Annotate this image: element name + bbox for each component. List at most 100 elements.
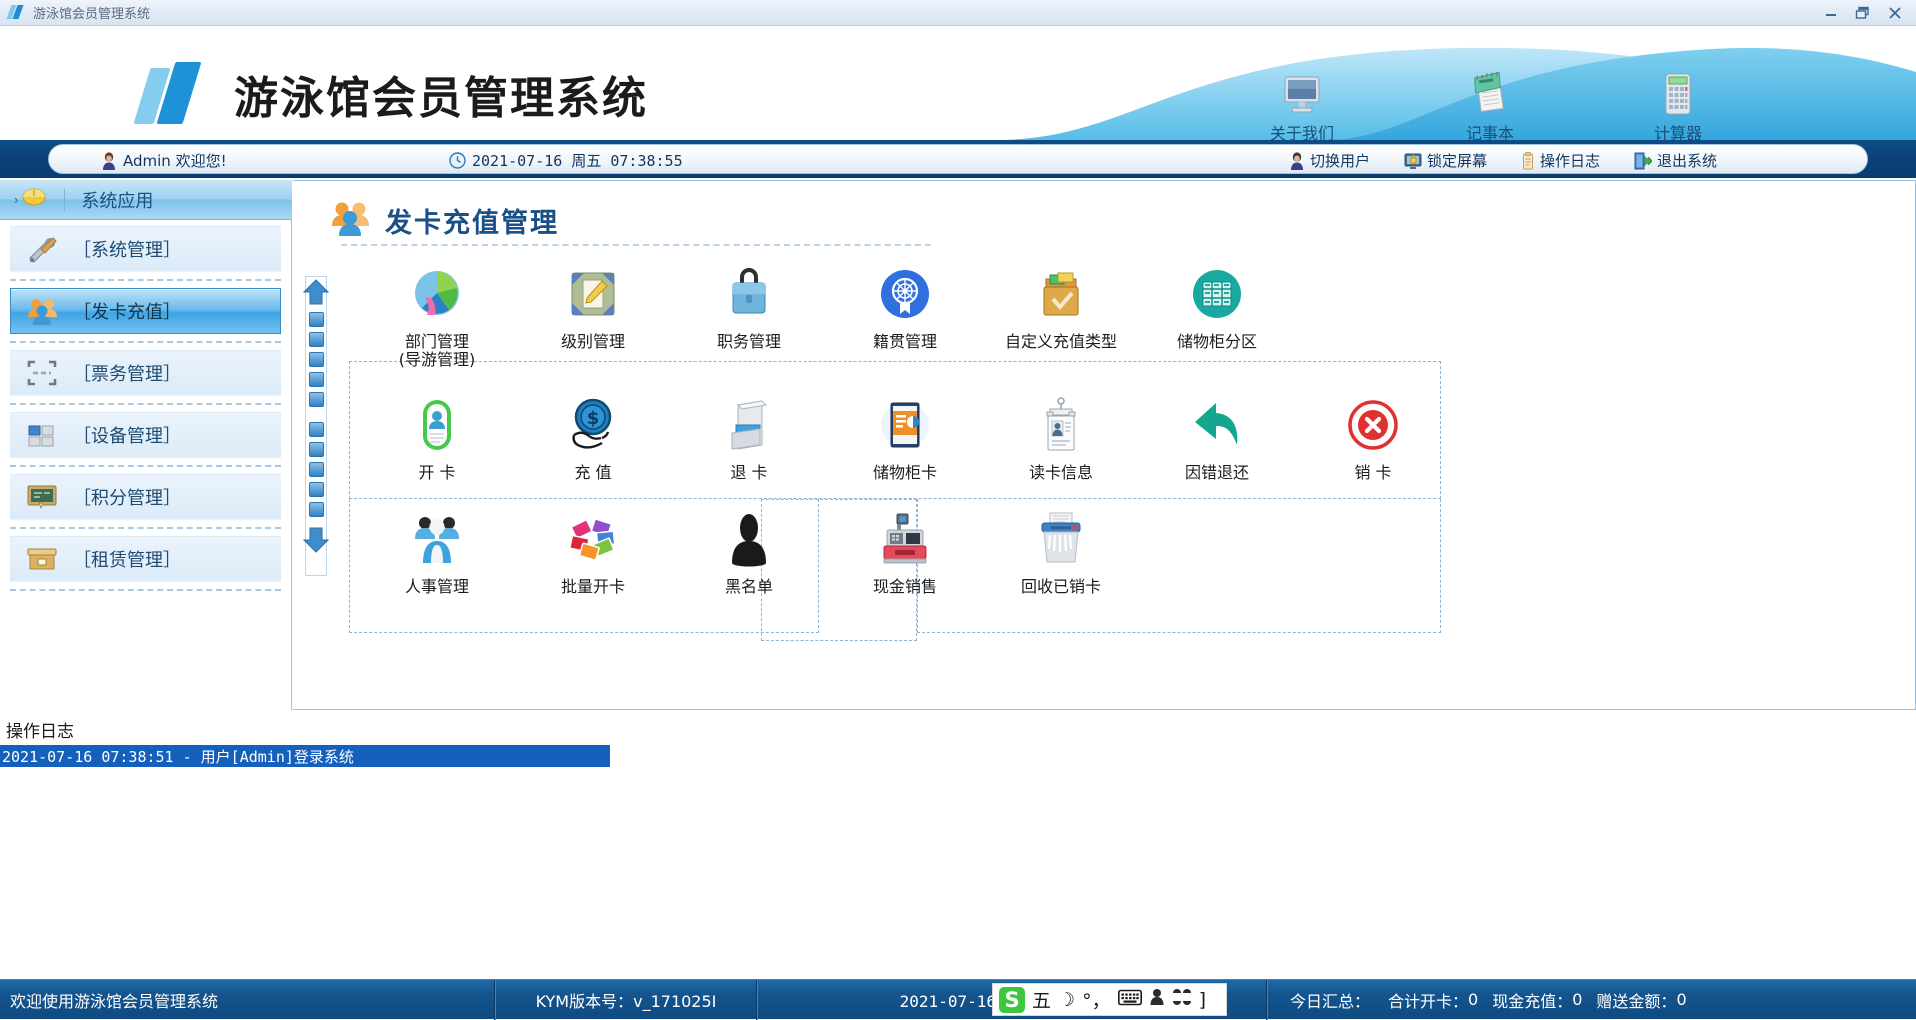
sidebar-item-ticket-management[interactable]: ［票务管理］ (10, 350, 281, 396)
ime-mode-label[interactable]: 五 (1032, 986, 1051, 1013)
sidebar-item-device-management[interactable]: ［设备管理］ (10, 412, 281, 458)
user-icon[interactable] (1149, 988, 1165, 1011)
module-batch-open-card[interactable]: 批量开卡 (515, 498, 671, 596)
action-exit-system[interactable]: 退出系统 (1634, 150, 1717, 171)
card-return-icon (671, 394, 827, 456)
content-panel: 发卡充值管理 (293, 180, 1916, 710)
module-recharge[interactable]: $ 充 值 (515, 384, 671, 482)
module-recycle-cancelled-card[interactable]: 回收已销卡 (983, 498, 1139, 596)
sidebar-separator (10, 465, 281, 467)
module-label: 退 卡 (671, 464, 827, 482)
module-label: 充 值 (515, 464, 671, 482)
status-summary: 今日汇总： 合计开卡： 0 现金充值： 0 赠送金额： 0 (1268, 980, 1687, 1020)
module-cancel-card[interactable]: 销 卡 (1295, 384, 1451, 482)
sidebar-item-points-management[interactable]: ［积分管理］ (10, 474, 281, 520)
module-label: 职务管理 (671, 333, 827, 351)
module-label: 黑名单 (671, 578, 827, 596)
operation-log-entry[interactable]: 2021-07-16 07:38:51 - 用户[Admin]登录系统 (0, 745, 610, 767)
restore-icon[interactable] (1848, 3, 1878, 23)
info-pill: Admin 欢迎您! 2021-07-16 周五 07:38:55 切换用户 (48, 144, 1868, 174)
chevron-right-icon: › (14, 192, 18, 207)
keyboard-icon[interactable] (1118, 989, 1142, 1011)
status-welcome: 欢迎使用游泳馆会员管理系统 (0, 980, 494, 1020)
action-label: 锁定屏幕 (1427, 150, 1487, 171)
module-label: 籍贯管理 (827, 333, 983, 351)
sidebar-item-card-recharge[interactable]: ［发卡充值］ (10, 288, 281, 334)
content-splitter[interactable] (299, 276, 333, 576)
module-hr-management[interactable]: 人事管理 (359, 498, 515, 596)
apps-icon[interactable] (1172, 988, 1192, 1011)
minimize-icon[interactable] (1816, 3, 1846, 23)
svg-text:$: $ (587, 408, 600, 429)
module-origin-management[interactable]: 籍贯管理 (827, 253, 983, 370)
sidebar-item-rental-management[interactable]: ［租赁管理］ (10, 536, 281, 582)
action-switch-user[interactable]: 切换用户 (1289, 150, 1370, 171)
status-summary-item-label: 现金充值： (1492, 988, 1572, 1012)
module-label: 读卡信息 (983, 464, 1139, 482)
status-summary-item-label: 赠送金额： (1596, 988, 1676, 1012)
module-cash-sale[interactable]: 现金销售 (827, 498, 983, 596)
undo-arrow-icon (1139, 394, 1295, 456)
module-return-card[interactable]: 退 卡 (671, 384, 827, 482)
splitter-segment (309, 502, 324, 517)
module-open-card[interactable]: 开 卡 (359, 384, 515, 482)
module-custom-recharge-type[interactable]: 自定义充值类型 (983, 253, 1139, 370)
action-label: 操作日志 (1540, 150, 1600, 171)
module-row-3: 人事管理 批量开卡 (337, 498, 1905, 596)
module-label: 储物柜卡 (827, 464, 983, 482)
module-blacklist[interactable]: 黑名单 (671, 498, 827, 596)
sidebar-item-label: ［系统管理］ (73, 236, 181, 262)
module-row-1: 部门管理 (导游管理) 级别管理 (337, 253, 1905, 370)
ime-punctuation-toggle[interactable]: °， (1082, 986, 1111, 1013)
sidebar-item-label: ［租赁管理］ (73, 546, 181, 572)
module-level-management[interactable]: 级别管理 (515, 253, 671, 370)
sidebar-separator (10, 279, 281, 281)
module-label: 人事管理 (359, 578, 515, 596)
exit-icon (1634, 152, 1652, 170)
lockers-icon (1139, 263, 1295, 325)
ime-moon-icon[interactable]: ☽ (1058, 989, 1075, 1011)
close-icon[interactable] (1880, 3, 1910, 23)
module-label: 批量开卡 (515, 578, 671, 596)
user-switch-icon (1289, 152, 1305, 170)
banner-tool-label: 计算器 (1630, 120, 1726, 140)
module-department-management[interactable]: 部门管理 (导游管理) (359, 253, 515, 370)
sidebar-item-system-management[interactable]: ［系统管理］ (10, 226, 281, 272)
module-grid: 部门管理 (导游管理) 级别管理 (337, 253, 1905, 705)
monitor-icon (1254, 70, 1350, 116)
module-position-management[interactable]: 职务管理 (671, 253, 827, 370)
module-label: 级别管理 (515, 333, 671, 351)
module-label: 储物柜分区 (1139, 333, 1295, 351)
splitter-segment (309, 352, 324, 367)
page-title-underline (341, 244, 931, 246)
sogou-logo-icon[interactable]: S (999, 987, 1025, 1013)
ime-toolbar[interactable]: S 五 ☽ °， (992, 983, 1227, 1016)
module-read-card-info[interactable]: 读卡信息 (983, 384, 1139, 482)
page-title: 发卡充值管理 (385, 201, 559, 240)
wallet-check-icon (983, 263, 1139, 325)
status-summary-item-value: 0 (1468, 990, 1478, 1009)
members-group-icon (329, 199, 371, 242)
module-locker-zone[interactable]: 储物柜分区 (1139, 253, 1295, 370)
window-titlebar: 游泳馆会员管理系统 (0, 0, 1916, 26)
sidebar-item-label: ［设备管理］ (73, 422, 181, 448)
splitter-up-arrow-icon[interactable] (299, 278, 333, 306)
splitter-segment (309, 372, 324, 387)
module-locker-card[interactable]: 储物柜卡 (827, 384, 983, 482)
pie-chart-icon (359, 263, 515, 325)
module-refund-by-mistake[interactable]: 因错退还 (1139, 384, 1295, 482)
splitter-down-arrow-icon[interactable] (299, 526, 333, 554)
sidebar-item-label: ［发卡充值］ (73, 298, 181, 324)
briefcase-icon (671, 263, 827, 325)
user-greeting-group: Admin 欢迎您! (101, 150, 227, 171)
banner-tool-label: 关于我们 (1254, 120, 1350, 140)
sidebar-header: › 系统应用 (0, 180, 292, 220)
action-operation-log[interactable]: 操作日志 (1521, 150, 1600, 171)
banner-tool-notepad[interactable]: 记事本 (1442, 70, 1538, 140)
banner-tool-calculator[interactable]: 计算器 (1630, 70, 1726, 140)
module-label: 现金销售 (827, 578, 983, 596)
banner-tool-about[interactable]: 关于我们 (1254, 70, 1350, 140)
sidebar: › 系统应用 ［系统管理］ (0, 180, 292, 710)
sidebar-separator (10, 403, 281, 405)
action-lock-screen[interactable]: 锁定屏幕 (1404, 150, 1487, 171)
